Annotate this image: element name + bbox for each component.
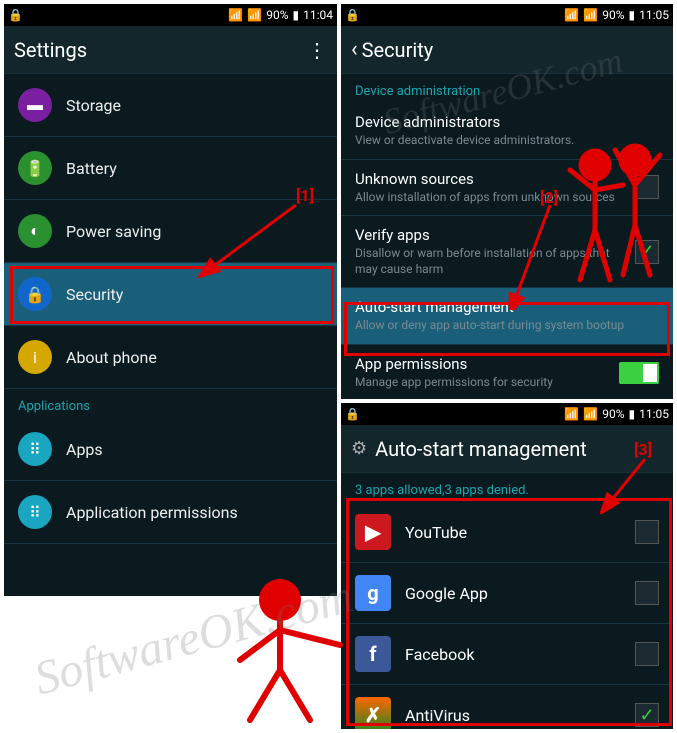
battery-text: 90% — [266, 8, 288, 22]
signal-icon: 📶 — [228, 8, 243, 22]
security-item-verify-apps[interactable]: Verify apps Disallow or warn before inst… — [341, 216, 673, 288]
status-bar: 🔒 📶 📶 90% ▮ 11:05 — [341, 4, 673, 26]
toggle-app-permissions[interactable] — [619, 362, 659, 384]
status-bar: 🔒 📶 📶 90% ▮ 11:05 — [341, 403, 673, 425]
item-subtitle: Allow or deny app auto-start during syst… — [355, 318, 659, 334]
checkbox-google[interactable] — [635, 581, 659, 605]
lock-icon: 🔒 — [345, 8, 360, 22]
signal-icon: 📶 — [564, 8, 579, 22]
title-bar-security: ‹ Security — [341, 26, 673, 74]
clock: 11:05 — [639, 407, 669, 421]
settings-item-security[interactable]: 🔒 Security — [4, 263, 337, 326]
screen-settings: 🔒 📶 📶 90% ▮ 11:04 Settings ⋮ ▬ Storage 🔋… — [4, 4, 337, 596]
security-icon: 🔒 — [18, 277, 52, 311]
item-label: Security — [66, 285, 123, 304]
item-title: Verify apps — [355, 226, 627, 244]
checkbox-antivirus[interactable]: ✓ — [635, 703, 659, 727]
item-label: Apps — [66, 440, 103, 459]
app-item-facebook[interactable]: f Facebook — [341, 624, 673, 685]
app-item-antivirus[interactable]: ✗ AntiVirus ✓ — [341, 685, 673, 729]
app-label: AntiVirus — [405, 706, 627, 725]
signal-icon: 📶 — [583, 8, 598, 22]
signal-icon: 📶 — [564, 407, 579, 421]
item-subtitle: Manage app permissions for security — [355, 375, 619, 391]
item-subtitle: View or deactivate device administrators… — [355, 133, 659, 149]
app-item-youtube[interactable]: ▶ YouTube — [341, 502, 673, 563]
battery-icon: ▮ — [629, 8, 636, 22]
settings-item-about-phone[interactable]: i About phone — [4, 326, 337, 389]
item-label: Battery — [66, 159, 117, 178]
item-label: Application permissions — [66, 503, 238, 522]
battery-text: 90% — [602, 407, 624, 421]
clock: 11:04 — [303, 8, 333, 22]
security-item-unknown-sources[interactable]: Unknown sources Allow installation of ap… — [341, 160, 673, 217]
battery-icon: ▮ — [629, 407, 636, 421]
settings-item-battery[interactable]: 🔋 Battery — [4, 137, 337, 200]
item-title: Unknown sources — [355, 170, 627, 188]
overflow-menu-icon[interactable]: ⋮ — [307, 38, 327, 62]
screen-security: 🔒 📶 📶 90% ▮ 11:05 ‹ Security Device admi… — [341, 4, 673, 399]
apps-icon: ⠿ — [18, 432, 52, 466]
checkbox-verify-apps[interactable]: ✓ — [635, 240, 659, 264]
security-item-device-administrators[interactable]: Device administrators View or deactivate… — [341, 103, 673, 160]
screen-autostart: 🔒 📶 📶 90% ▮ 11:05 ⚙ Auto-start managemen… — [341, 403, 673, 729]
signal-icon: 📶 — [583, 407, 598, 421]
section-applications: Applications — [4, 389, 337, 418]
title-bar-autostart: ⚙ Auto-start management — [341, 425, 673, 473]
settings-item-storage[interactable]: ▬ Storage — [4, 74, 337, 137]
page-title: Auto-start management — [375, 437, 587, 461]
battery-text: 90% — [602, 8, 624, 22]
checkbox-unknown-sources[interactable] — [635, 175, 659, 199]
facebook-icon: f — [355, 636, 391, 672]
checkbox-youtube[interactable] — [635, 520, 659, 544]
google-icon: g — [355, 575, 391, 611]
page-title: Settings — [14, 38, 87, 62]
item-title: App permissions — [355, 355, 619, 373]
item-label: Storage — [66, 96, 121, 115]
page-title: Security — [362, 38, 434, 62]
battery-icon: ▮ — [293, 8, 300, 22]
item-title: Device administrators — [355, 113, 659, 131]
battery-icon: 🔋 — [18, 151, 52, 185]
clock: 11:05 — [639, 8, 669, 22]
app-label: YouTube — [405, 523, 627, 542]
settings-item-power-saving[interactable]: ◐ Power saving — [4, 200, 337, 263]
item-subtitle: Allow installation of apps from unknown … — [355, 190, 627, 206]
storage-icon: ▬ — [18, 88, 52, 122]
checkbox-facebook[interactable] — [635, 642, 659, 666]
youtube-icon: ▶ — [355, 514, 391, 550]
security-item-auto-start-management[interactable]: Auto-start management Allow or deny app … — [341, 288, 673, 345]
back-icon[interactable]: ‹ — [351, 37, 358, 62]
item-label: Power saving — [66, 222, 161, 241]
app-label: Facebook — [405, 645, 627, 664]
status-bar: 🔒 📶 📶 90% ▮ 11:04 — [4, 4, 337, 26]
about-icon: i — [18, 340, 52, 374]
item-label: About phone — [66, 348, 157, 367]
lock-icon: 🔒 — [345, 407, 360, 421]
title-bar-settings: Settings ⋮ — [4, 26, 337, 74]
security-item-app-permissions[interactable]: App permissions Manage app permissions f… — [341, 345, 673, 399]
gear-icon: ⚙ — [351, 438, 367, 459]
lock-icon: 🔒 — [8, 8, 23, 22]
app-label: Google App — [405, 584, 627, 603]
app-item-google[interactable]: g Google App — [341, 563, 673, 624]
autostart-summary: 3 apps allowed,3 apps denied. — [341, 473, 673, 502]
section-device-admin: Device administration — [341, 74, 673, 103]
power-saving-icon: ◐ — [18, 214, 52, 248]
item-title: Auto-start management — [355, 298, 659, 316]
signal-icon: 📶 — [247, 8, 262, 22]
app-permissions-icon: ⠿ — [18, 495, 52, 529]
item-subtitle: Disallow or warn before installation of … — [355, 246, 627, 277]
settings-item-apps[interactable]: ⠿ Apps — [4, 418, 337, 481]
settings-item-app-permissions[interactable]: ⠿ Application permissions — [4, 481, 337, 544]
antivirus-icon: ✗ — [355, 697, 391, 729]
